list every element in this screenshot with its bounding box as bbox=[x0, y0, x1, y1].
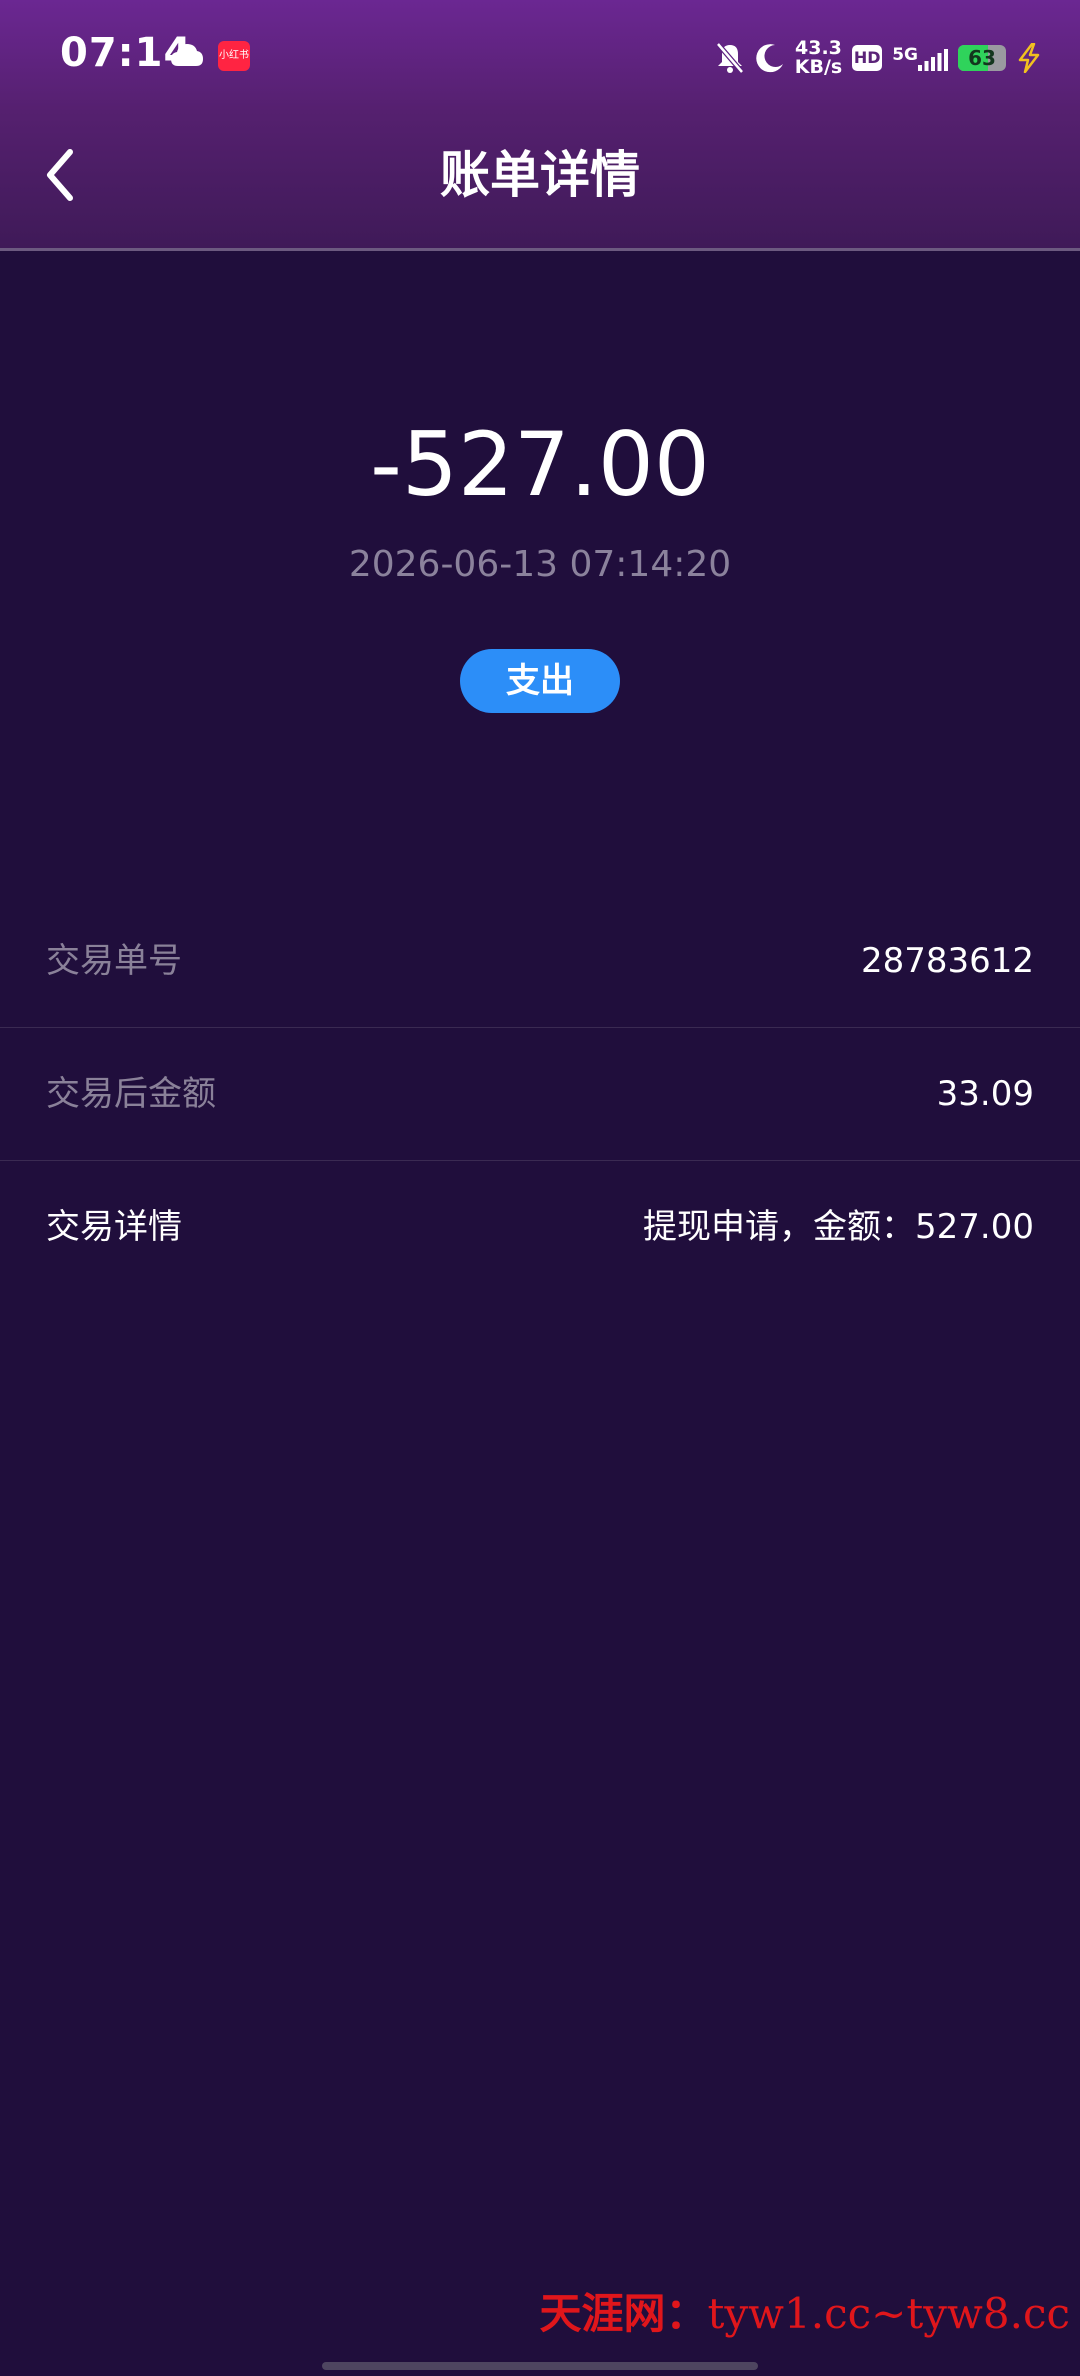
battery-level: 63 bbox=[968, 46, 996, 70]
network-speed: 43.3 KB/s bbox=[795, 39, 842, 77]
transaction-amount: -527.00 bbox=[370, 413, 710, 516]
transaction-type-badge: 支出 bbox=[460, 649, 620, 713]
detail-row-balance-after: 交易后金额 33.09 bbox=[0, 1028, 1080, 1161]
status-bar: 07:14 小红书 43.3 KB/s HD 5G 63 bbox=[0, 0, 1080, 110]
detail-label: 交易后金额 bbox=[46, 1074, 216, 1114]
status-icons: 43.3 KB/s HD 5G 63 bbox=[705, 36, 1042, 80]
app-notification-icon: 小红书 bbox=[218, 41, 250, 71]
network-type-label: 5G bbox=[892, 45, 918, 65]
signal-icon bbox=[918, 49, 948, 71]
detail-row-order-number: 交易单号 28783612 bbox=[0, 895, 1080, 1028]
detail-value: 33.09 bbox=[936, 1074, 1034, 1114]
detail-label: 交易详情 bbox=[46, 1207, 182, 1247]
mute-bell-icon bbox=[715, 42, 744, 74]
detail-value: 28783612 bbox=[860, 941, 1034, 981]
watermark-site-name: 天涯网： bbox=[539, 2289, 708, 2338]
header-bar: 07:14 小红书 43.3 KB/s HD 5G 63 账单详情 bbox=[0, 0, 1080, 251]
home-indicator[interactable] bbox=[322, 2362, 758, 2370]
moon-icon bbox=[756, 44, 783, 73]
signal-indicator: 5G bbox=[892, 45, 948, 71]
detail-value: 提现申请，金额：527.00 bbox=[643, 1207, 1034, 1247]
detail-row-description: 交易详情 提现申请，金额：527.00 bbox=[0, 1161, 1080, 1293]
detail-label: 交易单号 bbox=[46, 941, 182, 981]
detail-list: 交易单号 28783612 交易后金额 33.09 交易详情 提现申请，金额：5… bbox=[0, 895, 1080, 1293]
cloud-icon bbox=[171, 44, 203, 66]
charging-icon bbox=[1018, 43, 1040, 73]
hd-icon: HD bbox=[852, 45, 883, 71]
watermark-domains: tyw1.cc~tyw8.cc bbox=[707, 2289, 1070, 2338]
watermark: 天涯网：tyw1.cc~tyw8.cc bbox=[539, 2280, 1070, 2341]
network-speed-unit: KB/s bbox=[794, 56, 843, 78]
page-title: 账单详情 bbox=[440, 146, 640, 204]
transaction-datetime: 2026-06-13 07:14:20 bbox=[348, 544, 732, 585]
battery-icon: 63 bbox=[958, 45, 1006, 71]
